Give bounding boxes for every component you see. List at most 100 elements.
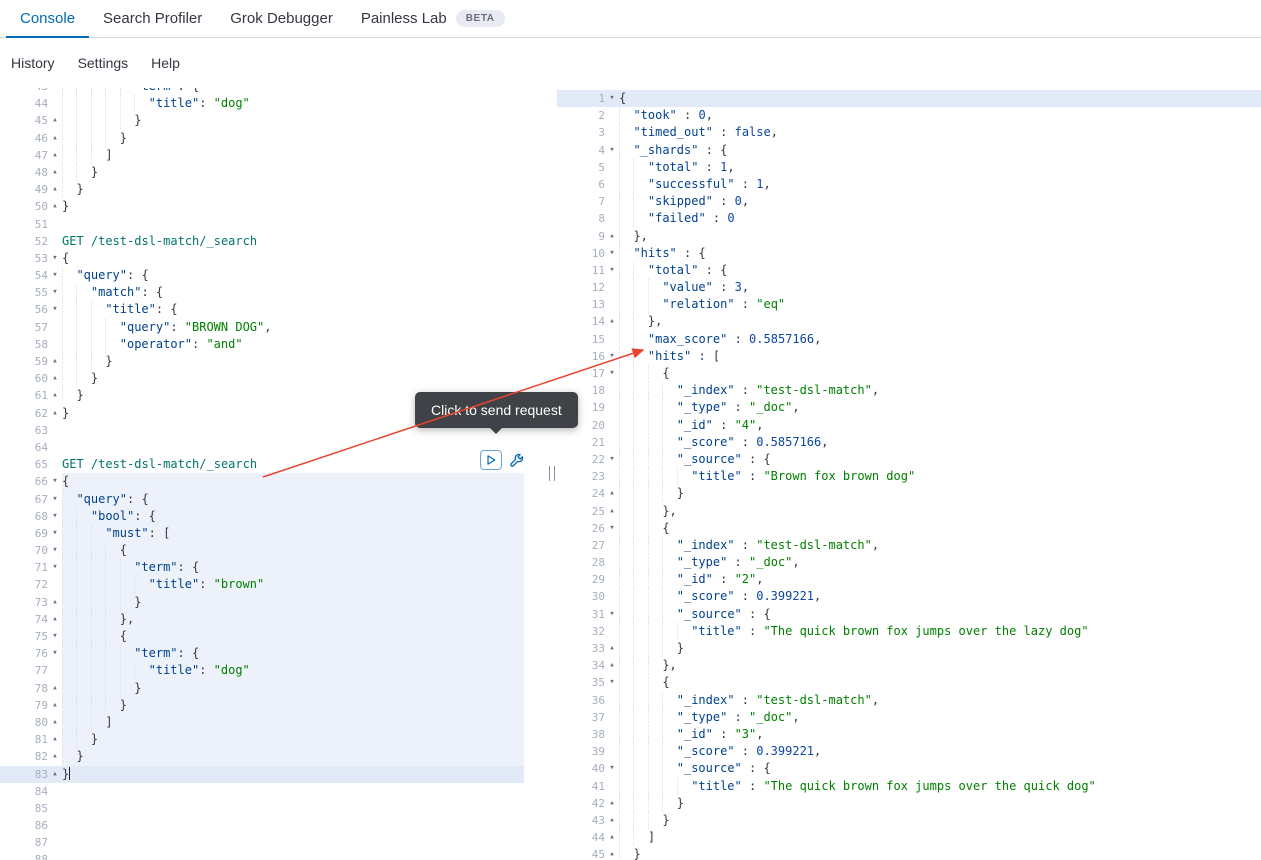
code-line[interactable]: 8"failed" : 0 (557, 210, 1261, 227)
code-line[interactable]: 77"title": "dog" (0, 662, 546, 679)
code-line[interactable]: 64 (0, 439, 546, 456)
fold-toggle-icon[interactable]: ▾ (605, 674, 619, 691)
fold-toggle-icon[interactable]: ▴ (48, 405, 62, 422)
code-line[interactable]: 30"_score" : 0.399221, (557, 588, 1261, 605)
request-options-button[interactable] (506, 450, 526, 470)
fold-toggle-icon[interactable]: ▴ (48, 130, 62, 147)
fold-toggle-icon[interactable]: ▴ (605, 640, 619, 657)
fold-toggle-icon[interactable]: ▾ (48, 645, 62, 662)
code-line[interactable]: 21"_score" : 0.5857166, (557, 434, 1261, 451)
code-line[interactable]: 54▾"query": { (0, 267, 546, 284)
fold-toggle-icon[interactable]: ▾ (605, 606, 619, 623)
code-line[interactable]: 39"_score" : 0.399221, (557, 743, 1261, 760)
code-line[interactable]: 14▴}, (557, 313, 1261, 330)
code-line[interactable]: 88 (0, 851, 546, 860)
code-line[interactable]: 60▴} (0, 370, 546, 387)
tab-grok-debugger[interactable]: Grok Debugger (216, 0, 347, 38)
code-line[interactable]: 73▴} (0, 594, 546, 611)
code-line[interactable]: 78▴} (0, 680, 546, 697)
code-line[interactable]: 70▾{ (0, 542, 546, 559)
code-line[interactable]: 37"_type" : "_doc", (557, 709, 1261, 726)
code-line[interactable]: 48▴} (0, 164, 546, 181)
fold-toggle-icon[interactable]: ▴ (48, 611, 62, 628)
code-line[interactable]: 10▾"hits" : { (557, 245, 1261, 262)
code-line[interactable]: 43▴} (557, 812, 1261, 829)
fold-toggle-icon[interactable]: ▾ (48, 267, 62, 284)
code-line[interactable]: 49▴} (0, 181, 546, 198)
fold-toggle-icon[interactable]: ▾ (605, 760, 619, 777)
code-line[interactable]: 36"_index" : "test-dsl-match", (557, 692, 1261, 709)
fold-toggle-icon[interactable]: ▾ (605, 262, 619, 279)
code-line[interactable]: 27"_index" : "test-dsl-match", (557, 537, 1261, 554)
code-line[interactable]: 69▾"must": [ (0, 525, 546, 542)
code-line[interactable]: 29"_id" : "2", (557, 571, 1261, 588)
code-line[interactable]: 43▾"term": { (0, 88, 546, 95)
fold-toggle-icon[interactable]: ▾ (605, 520, 619, 537)
code-line[interactable]: 1▾{ (557, 90, 1261, 107)
code-line[interactable]: 18"_index" : "test-dsl-match", (557, 382, 1261, 399)
code-line[interactable]: 68▾"bool": { (0, 508, 546, 525)
code-line[interactable]: 5"total" : 1, (557, 159, 1261, 176)
code-line[interactable]: 42▴} (557, 795, 1261, 812)
fold-toggle-icon[interactable]: ▾ (48, 284, 62, 301)
code-line[interactable]: 32"title" : "The quick brown fox jumps o… (557, 623, 1261, 640)
code-line[interactable]: 50▴} (0, 198, 546, 215)
code-line[interactable]: 47▴] (0, 147, 546, 164)
code-line[interactable]: 57"query": "BROWN DOG", (0, 319, 546, 336)
fold-toggle-icon[interactable]: ▾ (48, 542, 62, 559)
code-line[interactable]: 41"title" : "The quick brown fox jumps o… (557, 778, 1261, 795)
code-line[interactable]: 24▴} (557, 485, 1261, 502)
fold-toggle-icon[interactable]: ▾ (48, 88, 62, 95)
fold-toggle-icon[interactable]: ▴ (48, 714, 62, 731)
fold-toggle-icon[interactable]: ▴ (48, 370, 62, 387)
code-line[interactable]: 2"took" : 0, (557, 107, 1261, 124)
code-line[interactable]: 34▴}, (557, 657, 1261, 674)
code-line[interactable]: 76▾"term": { (0, 645, 546, 662)
tab-painless-lab[interactable]: Painless LabBETA (347, 0, 519, 38)
pane-resize-handle[interactable] (549, 466, 555, 481)
code-line[interactable]: 12"value" : 3, (557, 279, 1261, 296)
code-line[interactable]: 40▾"_source" : { (557, 760, 1261, 777)
fold-toggle-icon[interactable]: ▾ (48, 559, 62, 576)
fold-toggle-icon[interactable]: ▾ (605, 348, 619, 365)
fold-toggle-icon[interactable]: ▴ (605, 846, 619, 860)
fold-toggle-icon[interactable]: ▴ (48, 680, 62, 697)
request-editor[interactable]: 43▾"term": {44"title": "dog"45▴}46▴}47▴]… (0, 88, 546, 860)
code-line[interactable]: 75▾{ (0, 628, 546, 645)
fold-toggle-icon[interactable]: ▴ (48, 147, 62, 164)
fold-toggle-icon[interactable]: ▾ (48, 508, 62, 525)
fold-toggle-icon[interactable]: ▴ (48, 112, 62, 129)
fold-toggle-icon[interactable]: ▴ (605, 795, 619, 812)
response-editor[interactable]: 1▾{2"took" : 0,3"timed_out" : false,4▾"_… (557, 88, 1261, 860)
code-line[interactable]: 45▴} (557, 846, 1261, 860)
fold-toggle-icon[interactable]: ▾ (48, 491, 62, 508)
code-line[interactable]: 11▾"total" : { (557, 262, 1261, 279)
menu-item-help[interactable]: Help (151, 55, 180, 71)
fold-toggle-icon[interactable]: ▴ (48, 387, 62, 404)
menu-item-settings[interactable]: Settings (78, 55, 129, 71)
fold-toggle-icon[interactable]: ▴ (48, 164, 62, 181)
fold-toggle-icon[interactable]: ▴ (605, 503, 619, 520)
fold-toggle-icon[interactable]: ▴ (48, 766, 62, 783)
fold-toggle-icon[interactable]: ▴ (48, 697, 62, 714)
code-line[interactable]: 33▴} (557, 640, 1261, 657)
code-line[interactable]: 31▾"_source" : { (557, 606, 1261, 623)
code-line[interactable]: 56▾"title": { (0, 301, 546, 318)
code-line[interactable]: 51 (0, 216, 546, 233)
code-line[interactable]: 44"title": "dog" (0, 95, 546, 112)
code-line[interactable]: 15"max_score" : 0.5857166, (557, 331, 1261, 348)
code-line[interactable]: 9▴}, (557, 228, 1261, 245)
fold-toggle-icon[interactable]: ▴ (48, 353, 62, 370)
code-line[interactable]: 66▾{ (0, 473, 546, 490)
fold-toggle-icon[interactable]: ▴ (48, 594, 62, 611)
fold-toggle-icon[interactable]: ▾ (48, 301, 62, 318)
code-line[interactable]: 19"_type" : "_doc", (557, 399, 1261, 416)
fold-toggle-icon[interactable]: ▾ (605, 142, 619, 159)
code-line[interactable]: 4▾"_shards" : { (557, 142, 1261, 159)
code-line[interactable]: 67▾"query": { (0, 491, 546, 508)
code-line[interactable]: 81▴} (0, 731, 546, 748)
code-line[interactable]: 13"relation" : "eq" (557, 296, 1261, 313)
tab-console[interactable]: Console (6, 0, 89, 38)
code-line[interactable]: 71▾"term": { (0, 559, 546, 576)
fold-toggle-icon[interactable]: ▴ (605, 313, 619, 330)
